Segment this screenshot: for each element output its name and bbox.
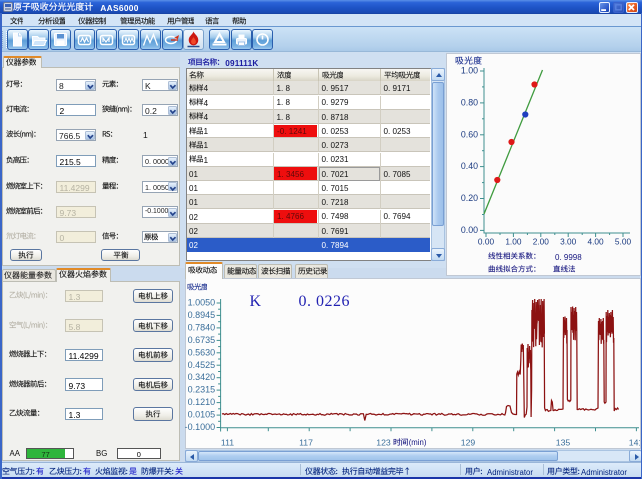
- svg-text:0.4525: 0.4525: [188, 360, 216, 370]
- svg-text:135: 135: [556, 438, 571, 448]
- svg-text:2.00: 2.00: [533, 237, 550, 247]
- svg-text:0.5630: 0.5630: [188, 347, 216, 357]
- svg-text:0.0105: 0.0105: [188, 410, 216, 420]
- svg-text:0.7840: 0.7840: [188, 322, 216, 332]
- svg-text:5.00: 5.00: [615, 237, 632, 247]
- svg-text:123: 123: [376, 438, 391, 448]
- svg-text:141: 141: [629, 438, 640, 448]
- svg-text:-0.1000: -0.1000: [185, 422, 215, 432]
- svg-text:1.00: 1.00: [505, 237, 522, 247]
- svg-text:1.0050: 1.0050: [188, 298, 216, 308]
- svg-text:0.3420: 0.3420: [188, 372, 216, 382]
- svg-text:0.60: 0.60: [461, 129, 478, 139]
- svg-text:0.20: 0.20: [461, 193, 478, 203]
- svg-text:4.00: 4.00: [588, 237, 605, 247]
- svg-text:1.00: 1.00: [461, 66, 478, 76]
- svg-text:3.00: 3.00: [560, 237, 577, 247]
- svg-text:0.40: 0.40: [461, 161, 478, 171]
- svg-text:0.2315: 0.2315: [188, 385, 216, 395]
- svg-text:0.00: 0.00: [478, 237, 495, 247]
- svg-text:0.8945: 0.8945: [188, 310, 216, 320]
- svg-text:0.80: 0.80: [461, 98, 478, 108]
- svg-text:111: 111: [221, 438, 234, 448]
- svg-text:117: 117: [299, 438, 313, 448]
- svg-text:0.6735: 0.6735: [188, 335, 216, 345]
- svg-text:0.00: 0.00: [461, 225, 478, 235]
- svg-text:129: 129: [461, 438, 476, 448]
- svg-text:0.1210: 0.1210: [188, 397, 216, 407]
